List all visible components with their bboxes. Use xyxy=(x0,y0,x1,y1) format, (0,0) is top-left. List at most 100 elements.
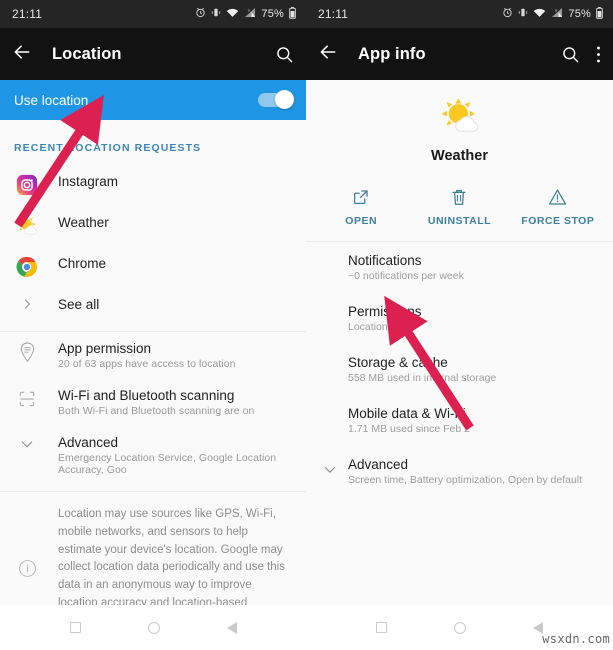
row-text: Advanced Emergency Location Service, Goo… xyxy=(40,435,292,476)
instagram-icon xyxy=(14,174,40,196)
see-all-label: See all xyxy=(58,297,100,312)
row-subtitle: 20 of 63 apps have access to location xyxy=(58,358,236,370)
row-subtitle: 558 MB used in internal storage xyxy=(348,372,497,384)
left-nav-bar xyxy=(0,605,306,650)
location-permission-icon xyxy=(14,342,40,363)
list-item[interactable]: Instagram xyxy=(0,164,306,205)
recent-location-requests-header: RECENT LOCATION REQUESTS xyxy=(14,142,202,154)
scanning-icon xyxy=(14,389,40,409)
page-title: App info xyxy=(358,44,426,63)
app-info-row-storage[interactable]: Storage & cache 558 MB used in internal … xyxy=(306,344,613,395)
list-item-label: Weather xyxy=(58,215,109,230)
list-item[interactable]: Weather xyxy=(0,205,306,246)
sidebar-item-advanced[interactable]: Advanced Emergency Location Service, Goo… xyxy=(0,426,306,485)
trash-icon xyxy=(410,186,508,208)
svg-text:x: x xyxy=(555,8,557,13)
back-triangle-icon[interactable] xyxy=(226,621,237,634)
battery-icon xyxy=(289,6,296,22)
battery-icon xyxy=(596,6,603,22)
left-app-bar: Location xyxy=(0,28,306,80)
force-stop-button[interactable]: FORCE STOP xyxy=(509,186,607,227)
row-title: Advanced xyxy=(348,457,409,472)
wifi-icon xyxy=(533,7,546,21)
recents-square-icon[interactable] xyxy=(69,622,81,633)
see-all-row[interactable]: See all xyxy=(0,287,306,325)
recents-square-icon[interactable] xyxy=(375,622,387,633)
overflow-menu-icon[interactable] xyxy=(596,45,601,64)
vibrate-icon xyxy=(518,7,528,21)
left-phone-screen: 21:11 x 75% Location Use location RECENT… xyxy=(0,0,306,650)
force-stop-label: FORCE STOP xyxy=(521,215,595,227)
use-location-toggle[interactable] xyxy=(258,90,294,109)
back-arrow-icon[interactable] xyxy=(318,42,338,67)
chevron-down-icon xyxy=(322,461,338,482)
row-subtitle: Both Wi-Fi and Bluetooth scanning are on xyxy=(58,405,255,417)
quick-actions: OPEN UNINSTALL FORCE STOP xyxy=(306,186,613,241)
status-bar-icons: x 75% xyxy=(195,6,296,22)
watermark: wsxdn.com xyxy=(542,632,610,646)
chevron-down-icon xyxy=(14,436,40,452)
open-label: OPEN xyxy=(345,215,378,227)
row-title: Permissions xyxy=(348,304,422,319)
right-app-bar: App info xyxy=(306,28,613,80)
row-title: Wi-Fi and Bluetooth scanning xyxy=(58,388,235,403)
vibrate-icon xyxy=(211,7,221,21)
list-item-text: Chrome xyxy=(40,255,106,273)
battery-percent-label: 75% xyxy=(261,8,284,20)
row-title: App permission xyxy=(58,341,152,356)
cellular-signal-icon: x xyxy=(244,7,256,21)
search-icon[interactable] xyxy=(561,45,580,64)
screenshot-root: 21:11 x 75% Location Use location RECENT… xyxy=(0,0,613,650)
back-arrow-icon[interactable] xyxy=(12,42,32,67)
list-item-label: Chrome xyxy=(58,256,107,271)
row-title: Storage & cache xyxy=(348,355,448,370)
left-status-bar: 21:11 x 75% xyxy=(0,0,306,28)
app-name: Weather xyxy=(431,148,488,164)
battery-percent-label: 75% xyxy=(568,8,591,20)
uninstall-label: UNINSTALL xyxy=(427,215,492,227)
row-title: Notifications xyxy=(348,253,422,268)
row-subtitle: ~0 notifications per week xyxy=(348,270,464,282)
weather-icon xyxy=(439,96,481,138)
home-circle-icon[interactable] xyxy=(147,621,160,634)
svg-text:x: x xyxy=(248,8,250,13)
row-subtitle: Emergency Location Service, Google Locat… xyxy=(58,452,277,476)
left-body: Use location RECENT LOCATION REQUESTS In… xyxy=(0,80,306,605)
app-info-row-mobile-data[interactable]: Mobile data & Wi-Fi 1.71 MB used since F… xyxy=(306,395,613,446)
right-status-bar: 21:11 x 75% xyxy=(306,0,613,28)
weather-icon xyxy=(14,215,40,237)
use-location-row[interactable]: Use location xyxy=(0,80,306,120)
toggle-knob xyxy=(275,90,294,109)
status-bar-clock: 21:11 xyxy=(12,7,43,21)
row-title: Mobile data & Wi-Fi xyxy=(348,406,466,421)
use-location-label: Use location xyxy=(14,92,89,108)
open-external-icon xyxy=(312,186,410,208)
app-info-row-permissions[interactable]: Permissions Location xyxy=(306,293,613,344)
list-item-label: Instagram xyxy=(58,174,119,189)
right-phone-screen: 21:11 x 75% App info Weather OPEN UNINST… xyxy=(306,0,613,650)
chrome-icon xyxy=(14,256,40,278)
alarm-icon xyxy=(502,7,513,21)
app-header: Weather xyxy=(306,80,613,164)
home-circle-icon[interactable] xyxy=(453,621,466,634)
warning-triangle-icon xyxy=(509,186,607,208)
app-info-row-notifications[interactable]: Notifications ~0 notifications per week xyxy=(306,242,613,293)
row-text: App permission 20 of 63 apps have access… xyxy=(40,341,236,370)
row-text: Wi-Fi and Bluetooth scanning Both Wi-Fi … xyxy=(40,388,254,417)
open-button[interactable]: OPEN xyxy=(312,186,410,227)
sidebar-item-app-permission[interactable]: App permission 20 of 63 apps have access… xyxy=(0,332,306,379)
list-item[interactable]: Chrome xyxy=(0,246,306,287)
wifi-icon xyxy=(226,7,239,21)
search-icon[interactable] xyxy=(275,45,294,64)
sidebar-item-wifi-bluetooth-scanning[interactable]: Wi-Fi and Bluetooth scanning Both Wi-Fi … xyxy=(0,379,306,426)
row-subtitle: Screen time, Battery optimization, Open … xyxy=(348,474,583,486)
app-info-row-advanced[interactable]: Advanced Screen time, Battery optimizati… xyxy=(306,446,613,497)
list-item-text: Instagram xyxy=(40,173,118,191)
footer-note-text: Location may use sources like GPS, Wi-Fi… xyxy=(58,508,285,605)
row-subtitle: 1.71 MB used since Feb 2 xyxy=(348,423,470,435)
list-item-text: Weather xyxy=(40,214,109,232)
row-subtitle: Location xyxy=(348,321,388,333)
info-icon xyxy=(14,559,40,578)
uninstall-button[interactable]: UNINSTALL xyxy=(410,186,508,227)
row-title: Advanced xyxy=(58,435,119,450)
